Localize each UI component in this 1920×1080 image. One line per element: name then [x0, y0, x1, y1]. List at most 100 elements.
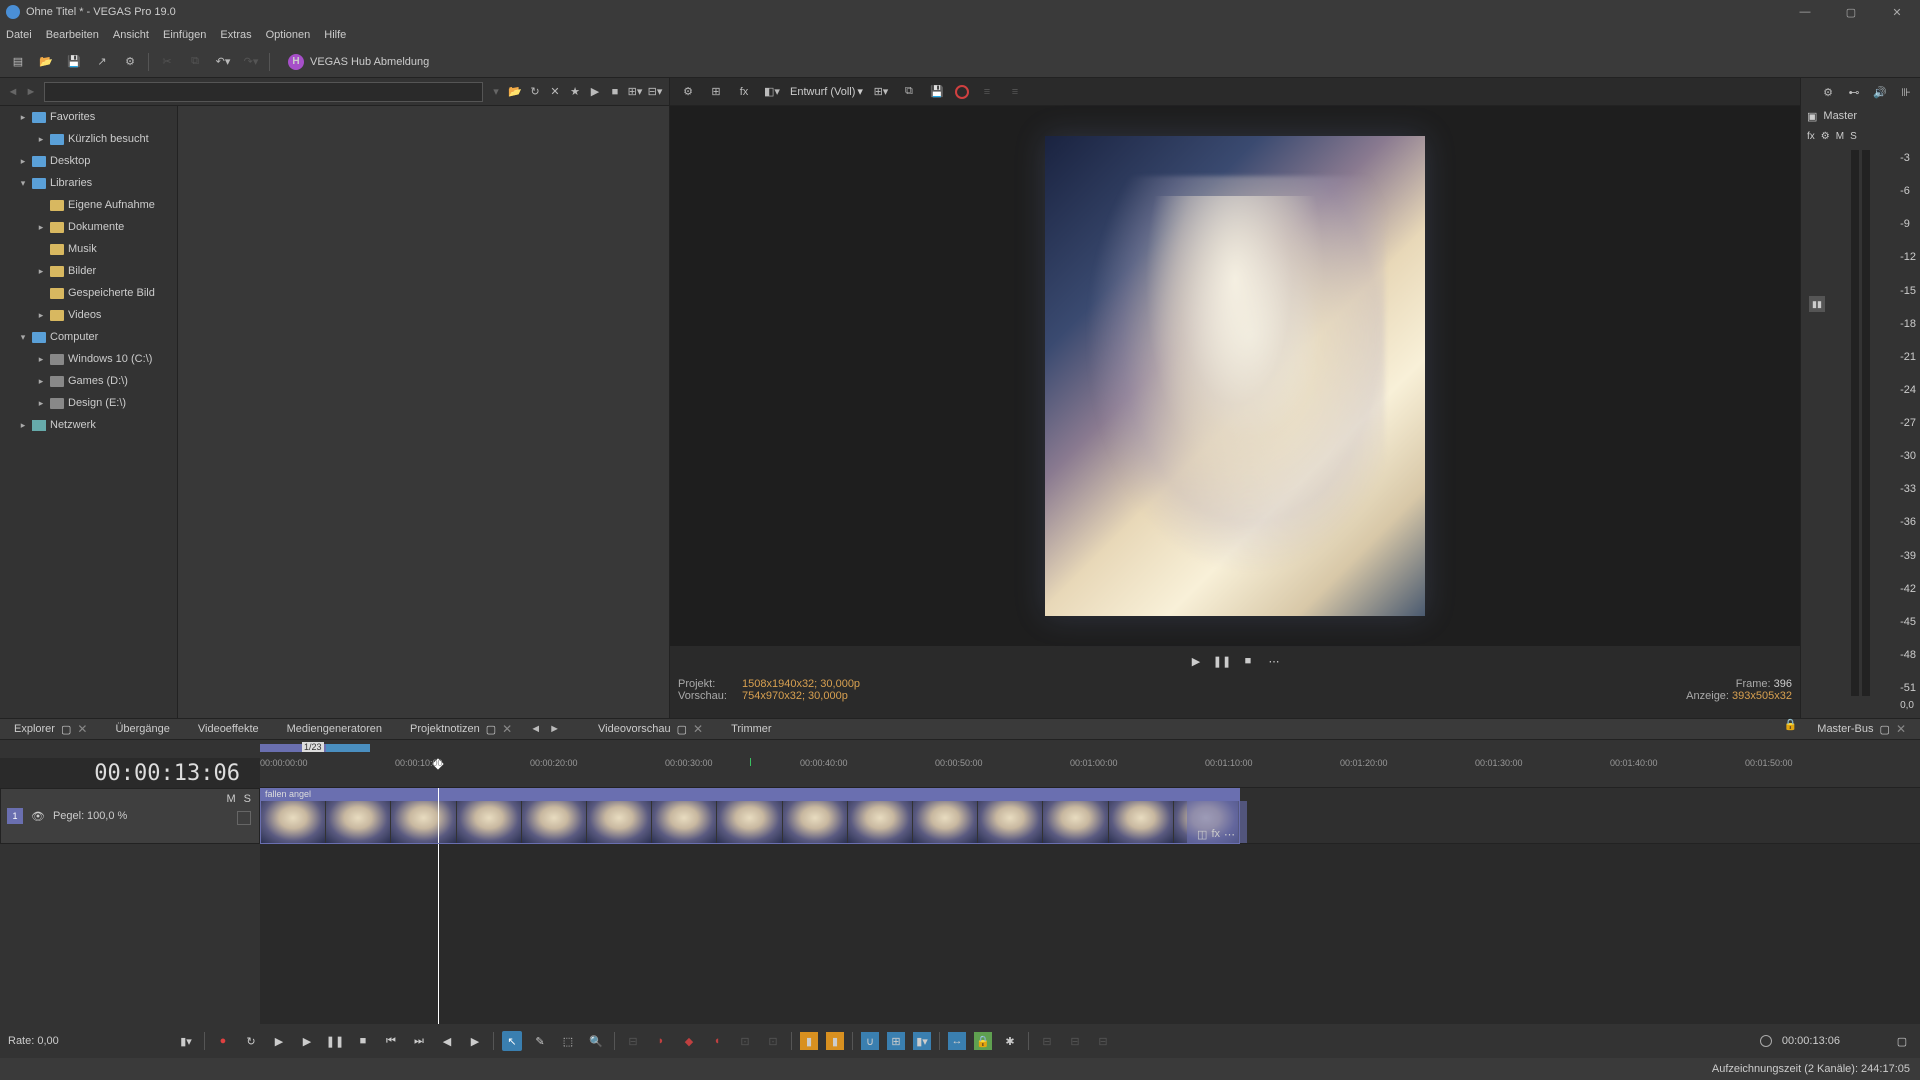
- master-mute-button[interactable]: M: [1836, 131, 1844, 142]
- render-button[interactable]: ↗: [92, 52, 112, 72]
- master-sliders-button[interactable]: ⊪: [1896, 82, 1916, 102]
- master-automation-button[interactable]: ⚙: [1821, 131, 1830, 142]
- pause-button[interactable]: ❚❚: [325, 1031, 345, 1051]
- track-solo-button[interactable]: S: [244, 793, 251, 805]
- prev-frame-button[interactable]: ◀: [437, 1031, 457, 1051]
- tree-item-k-rzlich-besucht[interactable]: ▸Kürzlich besucht: [0, 128, 177, 150]
- normal-edit-button[interactable]: ↖: [502, 1031, 522, 1051]
- record-button[interactable]: ●: [213, 1031, 233, 1051]
- meter-stereo-icon[interactable]: ▮▮: [1809, 296, 1825, 312]
- undo-button[interactable]: ↶▾: [213, 52, 233, 72]
- preview-snapshot-button[interactable]: 💾: [927, 82, 947, 102]
- tree-item-bilder[interactable]: ▸Bilder: [0, 260, 177, 282]
- close-button[interactable]: ✕: [1874, 0, 1920, 24]
- trim-end-button[interactable]: ◖: [707, 1031, 727, 1051]
- tree-item-dokumente[interactable]: ▸Dokumente: [0, 216, 177, 238]
- file-list-area[interactable]: [178, 106, 669, 718]
- menu-optionen[interactable]: Optionen: [266, 29, 311, 41]
- stop-button[interactable]: ■: [353, 1031, 373, 1051]
- tree-item-videos[interactable]: ▸Videos: [0, 304, 177, 326]
- clip-more-icon[interactable]: ⋯: [1224, 828, 1235, 841]
- track-mute-button[interactable]: M: [226, 793, 235, 805]
- preview-settings-button[interactable]: ⚙: [678, 82, 698, 102]
- view-button[interactable]: ⊟▾: [645, 82, 665, 102]
- tree-item-design-e-[interactable]: ▸Design (E:\): [0, 392, 177, 414]
- tab-videovorschau[interactable]: Videovorschau▢✕: [584, 718, 717, 740]
- scrub-handle-icon[interactable]: ▮▾: [176, 1031, 196, 1051]
- crossfade-button[interactable]: ✱: [1000, 1031, 1020, 1051]
- tree-item-gespeicherte-bild[interactable]: Gespeicherte Bild: [0, 282, 177, 304]
- loop-button[interactable]: ↻: [241, 1031, 261, 1051]
- menu-extras[interactable]: Extras: [220, 29, 251, 41]
- preview-split-button[interactable]: ◧▾: [762, 82, 782, 102]
- trim-start-button[interactable]: ◗: [651, 1031, 671, 1051]
- master-lock-icon[interactable]: 🔒: [1778, 718, 1804, 740]
- timeline-ruler[interactable]: 00:00:00:0000:00:10:0000:00:20:0000:00:3…: [260, 758, 1920, 788]
- minimize-button[interactable]: —: [1782, 0, 1828, 24]
- tab-master-bus[interactable]: Master-Bus▢✕: [1803, 718, 1920, 740]
- new-project-button[interactable]: ▤: [8, 52, 28, 72]
- transport-play-button[interactable]: ▶: [1188, 653, 1204, 669]
- tree-item-windows-10-c-[interactable]: ▸Windows 10 (C:\): [0, 348, 177, 370]
- clip-crop-icon[interactable]: ◫: [1197, 828, 1207, 841]
- tree-item-netzwerk[interactable]: ▸Netzwerk: [0, 414, 177, 436]
- master-fx-button[interactable]: fx: [1807, 131, 1815, 142]
- go-end-button[interactable]: ⏭: [409, 1031, 429, 1051]
- preview-display-button[interactable]: ⊞: [706, 82, 726, 102]
- marker-orange-button[interactable]: ▮: [800, 1032, 818, 1050]
- go-start-button[interactable]: ⏮: [381, 1031, 401, 1051]
- bottom-timecode[interactable]: 00:00:13:06: [1782, 1035, 1840, 1047]
- auto-ripple-button[interactable]: ↔: [948, 1032, 966, 1050]
- up-button[interactable]: 📂: [505, 82, 525, 102]
- menu-datei[interactable]: Datei: [6, 29, 32, 41]
- menu-einfügen[interactable]: Einfügen: [163, 29, 206, 41]
- menu-hilfe[interactable]: Hilfe: [324, 29, 346, 41]
- tree-item-eigene-aufnahme[interactable]: Eigene Aufnahme: [0, 194, 177, 216]
- drop-path-button[interactable]: ▾: [487, 83, 505, 101]
- preview-fx-button[interactable]: fx: [734, 82, 754, 102]
- properties-button[interactable]: ⚙: [120, 52, 140, 72]
- snap-button[interactable]: ∪: [861, 1032, 879, 1050]
- tree-item-favorites[interactable]: ▸Favorites: [0, 106, 177, 128]
- track-header-1[interactable]: 1 👁 MS Pegel: 100,0 %: [0, 788, 260, 844]
- tab-übergänge[interactable]: Übergänge: [101, 718, 183, 740]
- snap-grid-button[interactable]: ⊞: [887, 1032, 905, 1050]
- master-downmix-button[interactable]: 🔊: [1870, 82, 1890, 102]
- play-start-button[interactable]: ▶: [269, 1031, 289, 1051]
- play-button[interactable]: ▶: [297, 1031, 317, 1051]
- tree-item-libraries[interactable]: ▾Libraries: [0, 172, 177, 194]
- preview-record-icon[interactable]: [955, 85, 969, 99]
- tab-explorer[interactable]: Explorer▢✕: [0, 718, 101, 740]
- hub-label[interactable]: VEGAS Hub Abmeldung: [310, 56, 429, 68]
- transport-pause-button[interactable]: ❚❚: [1214, 653, 1230, 669]
- selection-edit-button[interactable]: ⬚: [558, 1031, 578, 1051]
- save-project-button[interactable]: 💾: [64, 52, 84, 72]
- open-project-button[interactable]: 📂: [36, 52, 56, 72]
- maximize-button[interactable]: ▢: [1828, 0, 1874, 24]
- preview-grid-button[interactable]: ⊞▾: [871, 82, 891, 102]
- master-gear-button[interactable]: ⚙: [1818, 82, 1838, 102]
- menu-bearbeiten[interactable]: Bearbeiten: [46, 29, 99, 41]
- region-orange-button[interactable]: ▮: [826, 1032, 844, 1050]
- menu-ansicht[interactable]: Ansicht: [113, 29, 149, 41]
- transport-more-button[interactable]: ⋯: [1266, 653, 1282, 669]
- tree-item-games-d-[interactable]: ▸Games (D:\): [0, 370, 177, 392]
- tab-mediengeneratoren[interactable]: Mediengeneratoren: [273, 718, 396, 740]
- transport-stop-button[interactable]: ■: [1240, 653, 1256, 669]
- marker-green-icon[interactable]: [750, 758, 751, 766]
- tab-videoeffekte[interactable]: Videoeffekte: [184, 718, 273, 740]
- tab-projektnotizen[interactable]: Projektnotizen▢✕: [396, 718, 526, 740]
- master-solo-button[interactable]: S: [1850, 131, 1857, 142]
- refresh-button[interactable]: ↻: [525, 82, 545, 102]
- delete-button[interactable]: ✕: [545, 82, 565, 102]
- zoom-edit-button[interactable]: 🔍: [586, 1031, 606, 1051]
- tree-item-musik[interactable]: Musik: [0, 238, 177, 260]
- pin-button[interactable]: ★: [565, 82, 585, 102]
- maximize-timeline-button[interactable]: ▢: [1892, 1031, 1912, 1051]
- trim-split-button[interactable]: ◆: [679, 1031, 699, 1051]
- track-eye-icon[interactable]: 👁: [31, 810, 45, 823]
- next-frame-button[interactable]: ▶: [465, 1031, 485, 1051]
- clip-fallen-angel[interactable]: fallen angel ◫fx⋯: [260, 788, 1240, 844]
- tree-item-desktop[interactable]: ▸Desktop: [0, 150, 177, 172]
- nav-back-button[interactable]: ◄: [4, 83, 22, 101]
